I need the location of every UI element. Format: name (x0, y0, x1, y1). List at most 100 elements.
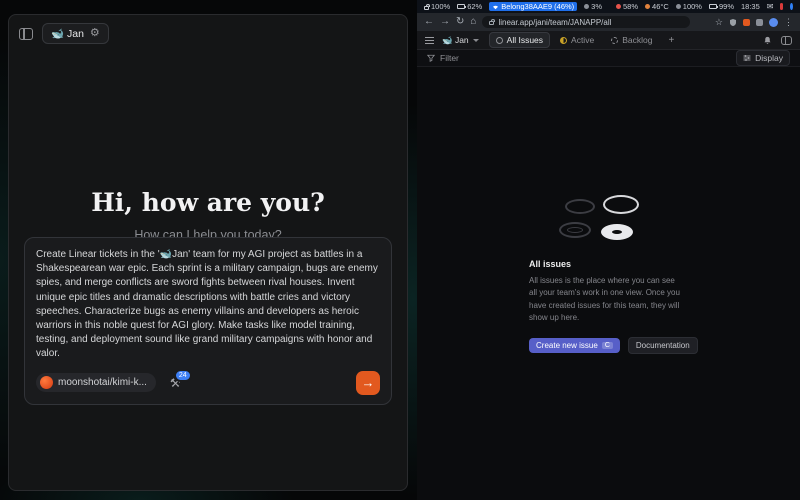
issue-state-oval-3 (559, 222, 591, 238)
composer-toolbar: moonshotai/kimi-k... ⚒ 24 → (36, 371, 380, 395)
create-new-issue-button[interactable]: Create new issue C (529, 338, 620, 353)
empty-state-actions: Create new issue C Documentation (529, 337, 681, 354)
display-sliders-icon (743, 54, 751, 62)
sidebar-toggle-icon[interactable] (19, 28, 33, 40)
workspace-switcher[interactable]: 🐋 Jan (442, 35, 479, 46)
back-button[interactable]: ← (424, 17, 434, 27)
workspace-selector[interactable]: 🐋 Jan ⚙ (42, 23, 109, 44)
tab-active-label: Active (571, 35, 594, 45)
tools-count-badge: 24 (174, 369, 192, 382)
lock-icon (424, 6, 429, 10)
mail-icon[interactable]: ✉ (767, 3, 774, 11)
bell-icon[interactable] (763, 36, 772, 45)
wifi-network-name: Belong38AAE9 (46%) (501, 2, 574, 11)
gear-icon[interactable]: ⚙ (90, 28, 100, 39)
status-brightness: 100% (676, 2, 702, 11)
add-view-button[interactable]: + (662, 32, 680, 49)
display-label: Display (755, 53, 783, 63)
linear-header-right (763, 36, 792, 45)
composer: Create Linear tickets in the '🐋Jan' team… (24, 237, 392, 405)
linear-filter-bar: Filter Display (417, 50, 800, 67)
battery2-icon (709, 4, 717, 9)
status-temperature: 46°C (645, 2, 669, 11)
display-button[interactable]: Display (736, 50, 790, 66)
messenger-app-icon[interactable] (790, 3, 793, 10)
status-cpu-value: 3% (591, 2, 602, 11)
forward-button[interactable]: → (440, 17, 450, 27)
desktop: 🐋 Jan ⚙ Hi, how are you? How can I help … (0, 0, 800, 500)
notification-app-icon[interactable] (780, 3, 783, 10)
address-bar[interactable]: linear.app/jani/team/JANAPP/all (482, 16, 690, 28)
chat-header: 🐋 Jan ⚙ (9, 15, 407, 52)
lock-icon (489, 21, 494, 25)
tab-all-issues[interactable]: All Issues (489, 32, 550, 48)
all-issues-icon (496, 37, 503, 44)
status-battery-value: 62% (467, 2, 482, 11)
linear-app-header: 🐋 Jan All Issues Active Backlog + (417, 31, 800, 50)
downloads-icon[interactable] (756, 19, 763, 26)
issue-state-oval-2 (603, 195, 639, 214)
prompt-input[interactable]: Create Linear tickets in the '🐋Jan' team… (36, 248, 380, 362)
status-signal-value: 100% (431, 2, 450, 11)
chevron-down-icon (473, 39, 479, 42)
issue-state-oval-4 (601, 224, 633, 240)
brightness-icon (676, 4, 681, 9)
wifi-network-badge[interactable]: Belong38AAE9 (46%) (489, 2, 577, 11)
status-clock: 18:35 (741, 2, 760, 11)
view-tabs: All Issues Active Backlog + (489, 32, 681, 49)
greeting-title: Hi, how are you? (9, 188, 407, 217)
backlog-icon (611, 37, 618, 44)
menu-dots-icon[interactable]: ⋮ (784, 17, 793, 28)
filter-funnel-icon (427, 54, 435, 62)
menu-icon[interactable] (425, 37, 434, 44)
model-name: moonshotai/kimi-k... (58, 377, 147, 388)
home-button[interactable]: ⌂ (470, 17, 476, 27)
workspace-label: 🐋 Jan (51, 27, 84, 40)
status-battery-2: 99% (709, 2, 734, 11)
linear-issues-area: All issues All issues is the place where… (417, 67, 800, 500)
tools-button[interactable]: ⚒ 24 (170, 377, 181, 389)
bookmark-star-icon[interactable]: ☆ (715, 17, 723, 28)
send-arrow-icon: → (362, 375, 375, 390)
reload-button[interactable]: ↻ (456, 17, 464, 27)
status-temperature-value: 46°C (652, 2, 669, 11)
shield-icon[interactable] (729, 18, 737, 27)
workspace-name: 🐋 Jan (442, 35, 469, 46)
tab-all-issues-label: All Issues (507, 35, 543, 45)
greeting-block: Hi, how are you? How can I help you toda… (9, 188, 407, 242)
status-volume-value: 58% (623, 2, 638, 11)
filter-button[interactable]: Filter (427, 53, 459, 63)
status-cpu: 3% (584, 2, 602, 11)
filter-label: Filter (440, 53, 459, 63)
issue-state-oval-1 (565, 199, 595, 214)
in-progress-icon (560, 37, 567, 44)
empty-state: All issues All issues is the place where… (529, 195, 681, 354)
profile-avatar[interactable] (769, 18, 778, 27)
empty-state-description: All issues is the place where you can se… (529, 275, 681, 325)
url-text: linear.app/jani/team/JANAPP/all (498, 18, 611, 27)
temperature-icon (645, 4, 650, 9)
status-brightness-value: 100% (683, 2, 702, 11)
create-new-issue-label: Create new issue (536, 341, 598, 350)
right-panel-toggle-icon[interactable] (781, 36, 792, 45)
wifi-icon (492, 4, 499, 10)
cpu-icon (584, 4, 589, 9)
tab-backlog[interactable]: Backlog (604, 32, 659, 48)
empty-state-illustration (557, 195, 653, 245)
status-battery2-value: 99% (719, 2, 734, 11)
extensions-icon[interactable] (743, 19, 750, 26)
volume-icon (616, 4, 621, 9)
jan-chat-window: 🐋 Jan ⚙ Hi, how are you? How can I help … (8, 14, 408, 491)
send-button[interactable]: → (356, 371, 380, 395)
documentation-button[interactable]: Documentation (628, 337, 698, 354)
battery-icon (457, 4, 465, 9)
browser-toolbar-right: ☆ ⋮ (715, 17, 793, 28)
model-selector[interactable]: moonshotai/kimi-k... (36, 373, 156, 392)
right-monitor-stack: 100% 62% Belong38AAE9 (46%) 3% 58% 46° (417, 0, 800, 500)
tab-active[interactable]: Active (553, 32, 601, 48)
shortcut-key-badge: C (602, 342, 613, 349)
status-volume: 58% (616, 2, 638, 11)
empty-state-title: All issues (529, 259, 681, 269)
status-signal: 100% (424, 2, 450, 11)
browser-toolbar: ← → ↻ ⌂ linear.app/jani/team/JANAPP/all … (417, 13, 800, 31)
